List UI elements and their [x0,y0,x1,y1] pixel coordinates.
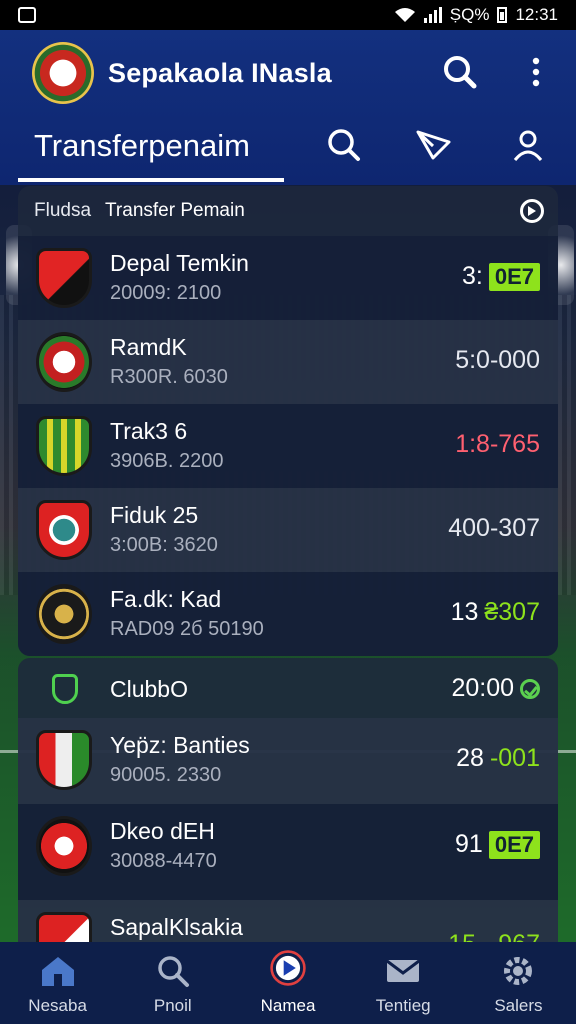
wifi-icon [394,8,415,22]
signal-text: ṢQ% [449,5,490,24]
club-badge-icon [52,674,78,704]
nav-label: Salers [494,996,543,1015]
nav-messages[interactable]: Tentieg [346,942,461,1024]
value-prefix: 28 [456,744,484,772]
value-badge: 0E7 [488,830,540,859]
value-prefix: 91 [455,830,483,858]
home-icon [39,954,77,988]
tab-send[interactable] [414,125,454,165]
club-crest [36,416,92,476]
nav-label: Namea [260,996,316,1015]
more-menu-button[interactable] [516,52,556,92]
notification-icon [18,7,36,23]
transfer-value: 3: 0E7 [462,262,540,291]
tab-active-indicator [18,178,284,182]
club-header-row[interactable]: ClubbO 20:00 [18,658,558,718]
club-name: ClubbO [110,676,188,702]
club-crest [36,332,92,392]
search-icon [328,129,360,161]
value-highlight: ₴307 [484,598,540,626]
status-bar: ṢQ% 12:31 [0,0,576,30]
check-icon [520,678,540,699]
player-name: SapalKlsakia [110,914,243,940]
value-badge: 0E7 [488,262,540,291]
player-name: Depal Temkin [110,250,249,276]
value-highlight: -001 [489,744,540,772]
list-item[interactable]: Fa.dk: Kad RAD09 2б 50190 13 ₴307 [18,572,558,656]
nav-settings[interactable]: Salers [461,942,576,1024]
mail-icon [384,954,422,988]
player-meta: R300R. 6030 [110,366,228,388]
nav-label: Nesaba [28,996,87,1015]
player-meta: RAD09 2б 50190 [110,618,264,640]
player-name: Yep̈z: Banties [110,732,250,758]
transfer-value: 5:0-000 [455,346,540,374]
value-prefix: 3: [461,262,483,290]
list-item[interactable]: RamdK R300R. 6030 5:0-000 [18,320,558,404]
battery-icon [497,7,508,23]
player-name: Dkeo dEH [110,818,215,844]
tab-search[interactable] [324,125,364,165]
list-item[interactable]: Yep̈z: Banties 90005. 2330 28 -001 [18,718,558,804]
club-time-value: 20:00 [451,674,514,702]
transfer-list-card: Fludsa Transfer Pemain Depal Temkin 2000… [18,186,558,656]
send-icon [416,130,451,160]
player-name: Trak3 6 [110,418,188,444]
play-icon [269,950,307,988]
search-icon [154,954,192,988]
gear-icon [499,954,537,988]
tab-profile[interactable] [508,125,548,165]
nav-play[interactable]: Namea [230,942,345,1024]
card-title: Transfer Pemain [105,200,245,221]
app-title: Sepakaola INasla [108,58,332,88]
player-meta: 90005. 2330 [110,764,222,786]
player-name: Fa.dk: Kad [110,586,222,612]
club-crest [36,500,92,560]
list-item[interactable]: Dkeo dEH 30088-4470 91 0E7 [18,804,558,900]
list-item[interactable]: Trak3 6 3906B. 2200 1:8-765 [18,404,558,488]
nav-home[interactable]: Nesaba [0,942,115,1024]
club-time: 20:00 [451,674,540,703]
player-name: RamdK [110,334,187,360]
bottom-navigation: Nesaba Pnoil Namea Tentieg Salers [0,942,576,1024]
club-crest [36,730,92,790]
club-crest [36,248,92,308]
column-label-fludsa: Fludsa [34,200,92,221]
list-item[interactable]: Depal Temkin 20009: 2100 3: 0E7 [18,236,558,320]
tab-transfer[interactable]: Transferpenaim [34,128,250,164]
user-icon [513,130,543,161]
clock: 12:31 [515,5,558,24]
club-crest [36,584,92,644]
transfer-value: 13 ₴307 [451,598,540,627]
player-name: Fiduk 25 [110,502,199,528]
nav-label: Pnoil [153,996,192,1015]
list-item[interactable]: Fiduk 25 3:00B: 3620 400-307 [18,488,558,572]
signal-icon [423,7,442,23]
search-icon [444,56,477,89]
club-transfer-card: ClubbO 20:00 Yep̈z: Banties 90005. 2330 … [18,658,558,958]
player-meta: 20009: 2100 [110,282,222,304]
transfer-value: 28 -001 [456,744,540,773]
player-meta: 3906B. 2200 [110,450,224,472]
search-button[interactable] [440,52,480,92]
value-prefix: 13 [450,598,479,626]
more-vertical-icon [532,57,540,87]
app-logo [32,42,94,104]
nav-search[interactable]: Pnoil [115,942,230,1024]
transfer-value: 400-307 [448,514,540,542]
transfer-value: 1:8-765 [455,430,540,458]
player-meta: 3:00B: 3620 [110,534,218,556]
transfer-value: 91 0E7 [455,830,540,859]
play-circle-icon[interactable] [520,199,544,223]
nav-label: Tentieg [375,996,431,1015]
app-header: Sepakaola INasla Transferpenaim [0,30,576,185]
card-header: Fludsa Transfer Pemain [18,186,558,236]
club-crest [36,816,92,876]
player-meta: 30088-4470 [110,850,217,872]
